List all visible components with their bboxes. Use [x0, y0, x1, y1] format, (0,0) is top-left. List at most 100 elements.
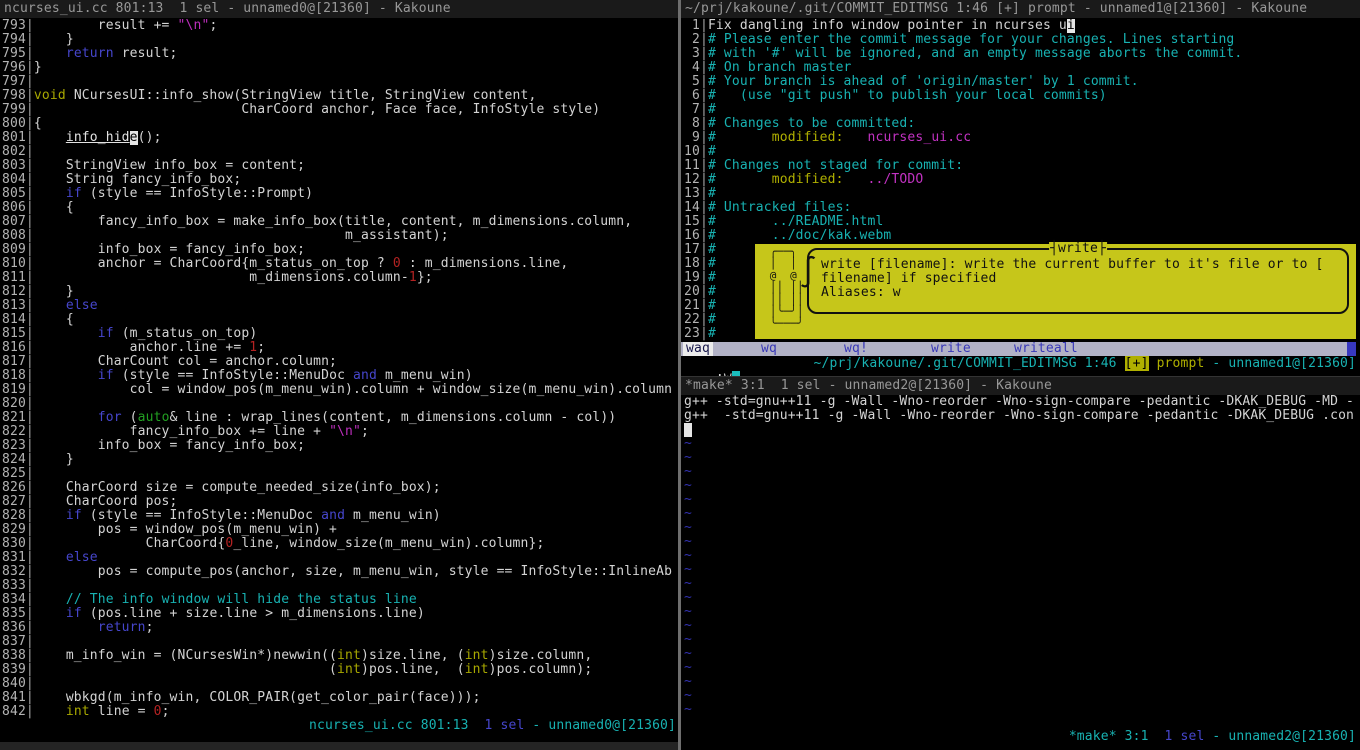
text-segment: (style == InfoStyle::Prompt) — [82, 187, 313, 201]
line-number: 8│ — [684, 117, 708, 131]
text-segment: # — [708, 145, 716, 159]
text-segment: [+] — [1125, 356, 1149, 371]
buffer-line: 824│ } — [2, 453, 678, 467]
line-number: 812│ — [2, 285, 34, 299]
line-number: 842│ — [2, 705, 34, 719]
desktop: { "colors": { "background": "#000000", "… — [0, 0, 1360, 750]
buffer-line: 820│ — [2, 397, 678, 411]
empty-line-tilde: ~ — [684, 465, 1360, 479]
text-segment: if — [66, 509, 82, 523]
buffer-line: 802│ — [2, 145, 678, 159]
buffer-line: 3│# with '#' will be ignored, and an emp… — [684, 47, 1360, 61]
text-segment: m_menu_win) — [377, 369, 473, 383]
text-segment: ~ — [684, 563, 692, 577]
text-segment: ; — [162, 705, 170, 719]
empty-line-tilde: ~ — [684, 703, 1360, 717]
text-segment — [34, 551, 66, 565]
text-segment: m_assistant); — [34, 229, 449, 243]
buffer-line: 15│# ../README.html — [684, 215, 1360, 229]
info-box-body: write [filename]: write the current buff… — [821, 258, 1343, 300]
text-segment: & line : wrap_lines(content, m_dimension… — [170, 411, 617, 425]
line-number: 813│ — [2, 299, 34, 313]
info-box: ┤write├ write [filename]: write the curr… — [807, 248, 1349, 314]
text-segment: ( — [34, 663, 337, 677]
buffer-line: 842│ int line = 0; — [2, 705, 678, 719]
text-segment: int — [465, 663, 489, 677]
line-number: 834│ — [2, 593, 34, 607]
line-number: 795│ — [2, 47, 34, 61]
completion-item[interactable]: writeall — [1011, 342, 1081, 356]
text-segment: } — [34, 61, 42, 75]
buffer-line: 7│# — [684, 103, 1360, 117]
text-segment: { — [34, 201, 74, 215]
text-segment: ~ — [684, 591, 692, 605]
completion-item[interactable]: waq — [683, 342, 713, 356]
line-number: 3│ — [684, 47, 708, 61]
buffer-line: 799│ CharCoord anchor, Face face, InfoSt… — [2, 103, 678, 117]
text-segment: ~ — [684, 661, 692, 675]
text-segment: CharCount col = anchor.column; — [34, 355, 337, 369]
line-number: 802│ — [2, 145, 34, 159]
text-segment — [844, 173, 868, 187]
line-number: 6│ — [684, 89, 708, 103]
text-segment: if — [98, 369, 114, 383]
text-segment: anchor.line += — [34, 341, 249, 355]
buffer-line: 8│# Changes to be committed: — [684, 117, 1360, 131]
line-number: 808│ — [2, 229, 34, 243]
completion-item[interactable]: wq — [758, 342, 780, 356]
line-number: 14│ — [684, 201, 708, 215]
line-number: 825│ — [2, 467, 34, 481]
text-segment — [34, 327, 98, 341]
make-buffer[interactable]: g++ -std=gnu++11 -g -Wall -Wno-reorder -… — [684, 395, 1360, 717]
text-segment: } — [34, 285, 74, 299]
text-segment — [34, 509, 66, 523]
completion-item[interactable]: wq! — [841, 342, 871, 356]
buffer-line: 840│ — [2, 677, 678, 691]
text-segment: String fancy_info_box; — [34, 173, 241, 187]
text-segment: (); — [138, 131, 162, 145]
completion-item[interactable]: write — [928, 342, 974, 356]
buffer-line: 819│ col = window_pos(m_menu_win).column… — [2, 383, 678, 397]
buffer-line: 841│ wbkgd(m_info_win, COLOR_PAIR(get_co… — [2, 691, 678, 705]
text-segment: ; — [257, 341, 265, 355]
text-segment: ~ — [684, 521, 692, 535]
text-segment: # — [708, 243, 716, 257]
prompt-line[interactable]: :w ~/prj/kakoune/.git/COMMIT_EDITMSG 1:4… — [684, 357, 1356, 371]
line-number: 10│ — [684, 145, 708, 159]
buffer-line: 14│# Untracked files: — [684, 201, 1360, 215]
text-segment: modified: — [772, 131, 844, 145]
text-segment: m_dimensions.column- — [34, 271, 409, 285]
text-segment: Fix dangling info window pointer in ncur… — [708, 19, 1067, 33]
titlebar-commit[interactable]: ~/prj/kakoune/.git/COMMIT_EDITMSG 1:46 [… — [681, 0, 1360, 18]
text-segment: "\n" — [329, 425, 361, 439]
text-segment: { — [34, 313, 74, 327]
line-number: 831│ — [2, 551, 34, 565]
buffer-line: 6│# (use "git push" to publish your loca… — [684, 89, 1360, 103]
buffer-line: 821│ for (auto& line : wrap_lines(conten… — [2, 411, 678, 425]
line-number: 800│ — [2, 117, 34, 131]
text-segment: m_info_win = (NCursesWin*)newwin(( — [34, 649, 337, 663]
window-editor: ncurses_ui.cc 801:13 1 sel - unnamed0@[2… — [0, 0, 678, 750]
text-segment: # Changes to be committed: — [708, 117, 915, 131]
line-number: 793│ — [2, 19, 34, 33]
buffer-line: 839│ (int)pos.line, (int)pos.column); — [2, 663, 678, 677]
empty-line-tilde: ~ — [684, 647, 1360, 661]
empty-line-tilde: ~ — [684, 633, 1360, 647]
line-number: 21│ — [684, 299, 708, 313]
line-number: 19│ — [684, 271, 708, 285]
line-number: 839│ — [2, 663, 34, 677]
text-segment: CharCoord anchor, Face face, InfoStyle s… — [34, 103, 600, 117]
code-buffer[interactable]: 793│ result += "\n";794│ }795│ return re… — [2, 19, 678, 719]
text-segment: info_box = fancy_info_box; — [34, 439, 305, 453]
line-number: 828│ — [2, 509, 34, 523]
empty-line-tilde: ~ — [684, 605, 1360, 619]
titlebar-editor[interactable]: ncurses_ui.cc 801:13 1 sel - unnamed0@[2… — [0, 0, 678, 18]
text-segment: *make* 3:1 — [1069, 729, 1165, 744]
text-segment: ~ — [684, 465, 692, 479]
buffer-line: 11│# Changes not staged for commit: — [684, 159, 1360, 173]
buffer-line: 806│ { — [2, 201, 678, 215]
titlebar-make[interactable]: *make* 3:1 1 sel - unnamed2@[21360] - Ka… — [681, 376, 1360, 395]
buffer-line: 827│ CharCoord pos; — [2, 495, 678, 509]
text-segment: fancy_info_box = make_info_box(title, co… — [34, 215, 632, 229]
buffer-line: 794│ } — [2, 33, 678, 47]
